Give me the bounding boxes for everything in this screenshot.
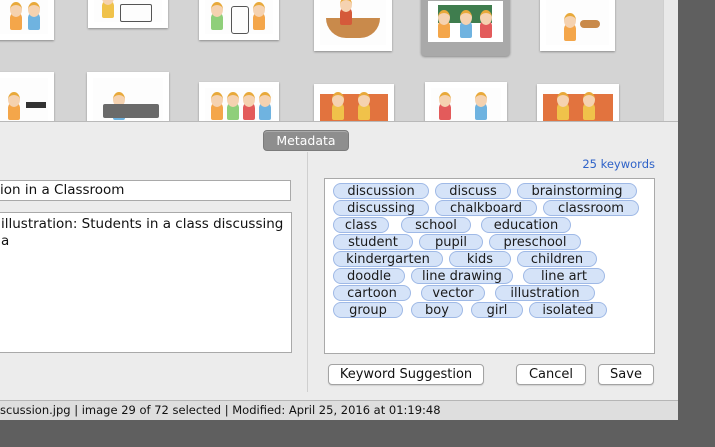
keyword-tag[interactable]: education — [481, 217, 571, 233]
keyword-tag[interactable]: line drawing — [411, 268, 513, 284]
thumbnail-image[interactable] — [199, 82, 279, 124]
keyword-tag[interactable]: isolated — [529, 302, 607, 318]
thumbnail-scrollbar[interactable] — [663, 0, 678, 124]
description-input[interactable]: illustration: Students in a class discus… — [0, 212, 292, 353]
keyword-tag[interactable]: school — [401, 217, 471, 233]
metadata-tab[interactable]: Metadata — [263, 130, 349, 151]
thumbnail-image[interactable] — [314, 84, 394, 124]
keyword-tag[interactable]: vector — [421, 285, 485, 301]
keyword-tag[interactable]: boy — [411, 302, 463, 318]
keyword-tag[interactable]: classroom — [543, 200, 639, 216]
keyword-tag[interactable]: preschool — [489, 234, 581, 250]
keyword-tag[interactable]: children — [517, 251, 597, 267]
keyword-tag[interactable]: doodle — [333, 268, 405, 284]
cancel-button[interactable]: Cancel — [516, 364, 586, 385]
save-button[interactable]: Save — [598, 364, 654, 385]
thumbnail-image[interactable] — [425, 82, 507, 124]
keyword-tag[interactable]: class — [333, 217, 389, 233]
keyword-tag[interactable]: pupil — [419, 234, 483, 250]
keyword-tag[interactable]: kindergarten — [333, 251, 443, 267]
keyword-tag[interactable]: discussion — [333, 183, 429, 199]
thumbnail-image[interactable] — [88, 0, 168, 28]
keyword-tag[interactable]: student — [333, 234, 413, 250]
thumbnail-image[interactable] — [537, 84, 619, 124]
keyword-tag[interactable]: discussing — [333, 200, 429, 216]
thumbnail-grid — [0, 0, 678, 124]
keyword-tag[interactable]: illustration — [495, 285, 595, 301]
thumbnail-image[interactable] — [199, 0, 279, 40]
keyword-count: 25 keywords — [582, 157, 655, 171]
keyword-tag[interactable]: group — [333, 302, 403, 318]
thumbnail-image[interactable] — [0, 0, 54, 40]
keyword-tag[interactable]: brainstorming — [517, 183, 637, 199]
keyword-tag[interactable]: girl — [471, 302, 523, 318]
selected-thumbnail-image[interactable] — [421, 0, 510, 56]
thumbnail-image[interactable] — [0, 72, 54, 124]
keyword-tag[interactable]: cartoon — [333, 285, 411, 301]
status-bar: scussion.jpg | image 29 of 72 selected |… — [0, 400, 678, 420]
thumbnail-image[interactable] — [540, 0, 615, 51]
title-input[interactable]: ion in a Classroom — [0, 180, 291, 201]
panel-divider — [307, 152, 308, 392]
keywords-box[interactable]: discussion discuss brainstorming discuss… — [324, 178, 655, 354]
keyword-tag[interactable]: line art — [523, 268, 605, 284]
keyword-tag[interactable]: kids — [449, 251, 511, 267]
keyword-suggestion-button[interactable]: Keyword Suggestion — [328, 364, 484, 385]
keyword-tag[interactable]: chalkboard — [435, 200, 537, 216]
keyword-tag[interactable]: discuss — [435, 183, 511, 199]
metadata-editor-window: Metadata ion in a Classroom illustration… — [0, 0, 678, 420]
thumbnail-image[interactable] — [314, 0, 392, 51]
thumbnail-image[interactable] — [87, 72, 169, 124]
